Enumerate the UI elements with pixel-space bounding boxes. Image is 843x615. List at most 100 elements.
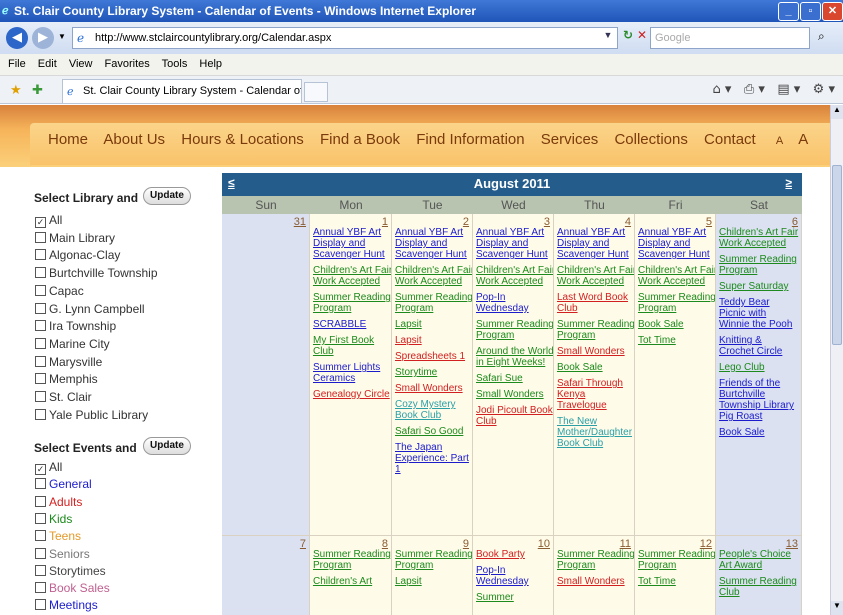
event-link[interactable]: Lego Club	[719, 362, 799, 373]
print-icon[interactable]: ⎙	[744, 82, 754, 97]
event-checkbox-meetings[interactable]: Meetings	[35, 598, 98, 612]
menu-file[interactable]: File	[8, 58, 26, 70]
checkbox-box[interactable]	[35, 231, 46, 243]
checkbox-box[interactable]	[35, 267, 46, 279]
event-link[interactable]: Small Wonders	[557, 576, 634, 587]
library-checkbox-st-clair[interactable]: St. Clair	[35, 390, 92, 404]
forward-button[interactable]: ▶	[32, 27, 54, 49]
event-link[interactable]: People's Choice Art Award	[719, 549, 799, 571]
library-checkbox-yale-public-library[interactable]: Yale Public Library	[35, 408, 148, 422]
day-number-link[interactable]: 7	[300, 538, 306, 550]
event-link[interactable]: Children's Art Fair Work Accepted	[638, 265, 715, 287]
search-icon[interactable]: ⌕	[818, 29, 825, 44]
menu-view[interactable]: View	[69, 58, 93, 70]
event-link[interactable]: Annual YBF Art Display and Scavenger Hun…	[395, 227, 472, 260]
menu-help[interactable]: Help	[199, 58, 222, 70]
menu-favorites[interactable]: Favorites	[105, 58, 150, 70]
event-checkbox-all[interactable]: ✓ All	[35, 460, 62, 475]
library-checkbox-marysville[interactable]: Marysville	[35, 355, 102, 369]
event-link[interactable]: Summer Reading Program	[395, 292, 472, 314]
event-link[interactable]: My First Book Club	[313, 335, 391, 357]
checkbox-box[interactable]: ✓	[35, 217, 46, 228]
scroll-up-icon[interactable]: ▲	[831, 105, 843, 119]
event-link[interactable]: Summer Reading Program	[313, 292, 391, 314]
text-size-small[interactable]: A	[776, 135, 783, 147]
event-link[interactable]: Storytime	[395, 367, 472, 378]
favorites-star-icon[interactable]: ★	[10, 82, 22, 98]
event-link[interactable]: Teddy Bear Picnic with Winnie the Pooh	[719, 297, 799, 330]
home-icon[interactable]: ⌂	[713, 82, 721, 97]
minimize-button[interactable]: _	[778, 2, 799, 21]
maximize-button[interactable]: ▫	[800, 2, 821, 21]
event-link[interactable]: Small Wonders	[557, 346, 634, 357]
checkbox-box[interactable]	[35, 408, 46, 420]
checkbox-box[interactable]	[35, 373, 46, 385]
page-menu-icon[interactable]: ▤	[777, 82, 789, 97]
event-link[interactable]: Genealogy Circle	[313, 389, 391, 400]
nav-contact[interactable]: Contact	[704, 131, 756, 148]
address-dropdown-icon[interactable]: ▼	[601, 30, 615, 46]
event-link[interactable]: Summer Reading Program	[557, 319, 634, 341]
checkbox-box[interactable]	[35, 547, 46, 559]
library-checkbox-main-library[interactable]: Main Library	[35, 231, 115, 245]
checkbox-box[interactable]	[35, 530, 46, 542]
nav-collections[interactable]: Collections	[614, 131, 687, 148]
text-size-toggle[interactable]: A A	[776, 131, 808, 148]
event-link[interactable]: Book Sale	[557, 362, 634, 373]
library-checkbox-g-lynn-campbell[interactable]: G. Lynn Campbell	[35, 302, 145, 316]
tab-calendar[interactable]: ℯ St. Clair County Library System - Cale…	[62, 79, 302, 103]
event-checkbox-general[interactable]: General	[35, 477, 92, 491]
event-link[interactable]: Book Party	[476, 549, 553, 560]
checkbox-box[interactable]	[35, 249, 46, 261]
event-link[interactable]: Summer Reading Program	[476, 319, 553, 341]
event-link[interactable]: Jodi Picoult Book Club	[476, 405, 553, 427]
library-checkbox-marine-city[interactable]: Marine City	[35, 337, 110, 351]
checkbox-box[interactable]	[35, 320, 46, 332]
day-number-link[interactable]: 31	[294, 216, 306, 228]
event-checkbox-adults[interactable]: Adults	[35, 495, 82, 509]
new-tab-button[interactable]	[304, 82, 328, 102]
event-link[interactable]: Annual YBF Art Display and Scavenger Hun…	[557, 227, 634, 260]
event-link[interactable]: Summer Reading Program	[395, 549, 472, 571]
event-link[interactable]: Tot Time	[638, 576, 715, 587]
event-link[interactable]: Summer Reading Program	[638, 292, 715, 314]
event-checkbox-teens[interactable]: Teens	[35, 529, 81, 543]
checkbox-box[interactable]: ✓	[35, 464, 46, 475]
event-link[interactable]: Safari Sue	[476, 373, 553, 384]
history-dropdown-icon[interactable]: ▼	[58, 32, 66, 41]
library-checkbox-algonac-clay[interactable]: Algonac-Clay	[35, 248, 120, 262]
checkbox-box[interactable]	[35, 582, 46, 594]
event-link[interactable]: Lapsit	[395, 319, 472, 330]
event-link[interactable]: Book Sale	[719, 427, 799, 438]
checkbox-box[interactable]	[35, 302, 46, 314]
event-link[interactable]: Children's Art Fair Work Accepted	[476, 265, 553, 287]
event-link[interactable]: The Japan Experience: Part 1	[395, 442, 472, 475]
event-link[interactable]: Lapsit	[395, 576, 472, 587]
checkbox-box[interactable]	[35, 512, 46, 524]
address-field[interactable]: ℯ http://www.stclaircountylibrary.org/Ca…	[72, 27, 618, 49]
checkbox-box[interactable]	[35, 355, 46, 367]
library-checkbox-memphis[interactable]: Memphis	[35, 372, 98, 386]
event-link[interactable]: Annual YBF Art Display and Scavenger Hun…	[476, 227, 553, 260]
tools-gear-icon[interactable]: ⚙	[813, 82, 825, 97]
event-link[interactable]: Spreadsheets 1	[395, 351, 472, 362]
event-link[interactable]: SCRABBLE	[313, 319, 391, 330]
event-link[interactable]: Small Wonders	[395, 383, 472, 394]
event-link[interactable]: Children's Art Fair Work Accepted	[395, 265, 472, 287]
event-link[interactable]: Children's Art Fair Work Accepted	[313, 265, 391, 287]
text-size-large[interactable]: A	[798, 131, 808, 148]
event-link[interactable]: Children's Art	[313, 576, 391, 587]
event-link[interactable]: Summer Reading Program	[638, 549, 715, 571]
event-link[interactable]: Pop-In Wednesday	[476, 565, 553, 587]
event-checkbox-seniors[interactable]: Seniors	[35, 547, 90, 561]
menu-tools[interactable]: Tools	[162, 58, 188, 70]
nav-find-a-book[interactable]: Find a Book	[320, 131, 400, 148]
event-link[interactable]: Summer Reading Program	[719, 254, 799, 276]
event-link[interactable]: Lapsit	[395, 335, 472, 346]
event-link[interactable]: Children's Art Fair Work Accepted	[719, 227, 799, 249]
event-link[interactable]: Tot Time	[638, 335, 715, 346]
checkbox-box[interactable]	[35, 564, 46, 576]
update-events-button[interactable]: Update	[143, 437, 191, 455]
library-checkbox-capac[interactable]: Capac	[35, 284, 84, 298]
back-button[interactable]: ◀	[6, 27, 28, 49]
